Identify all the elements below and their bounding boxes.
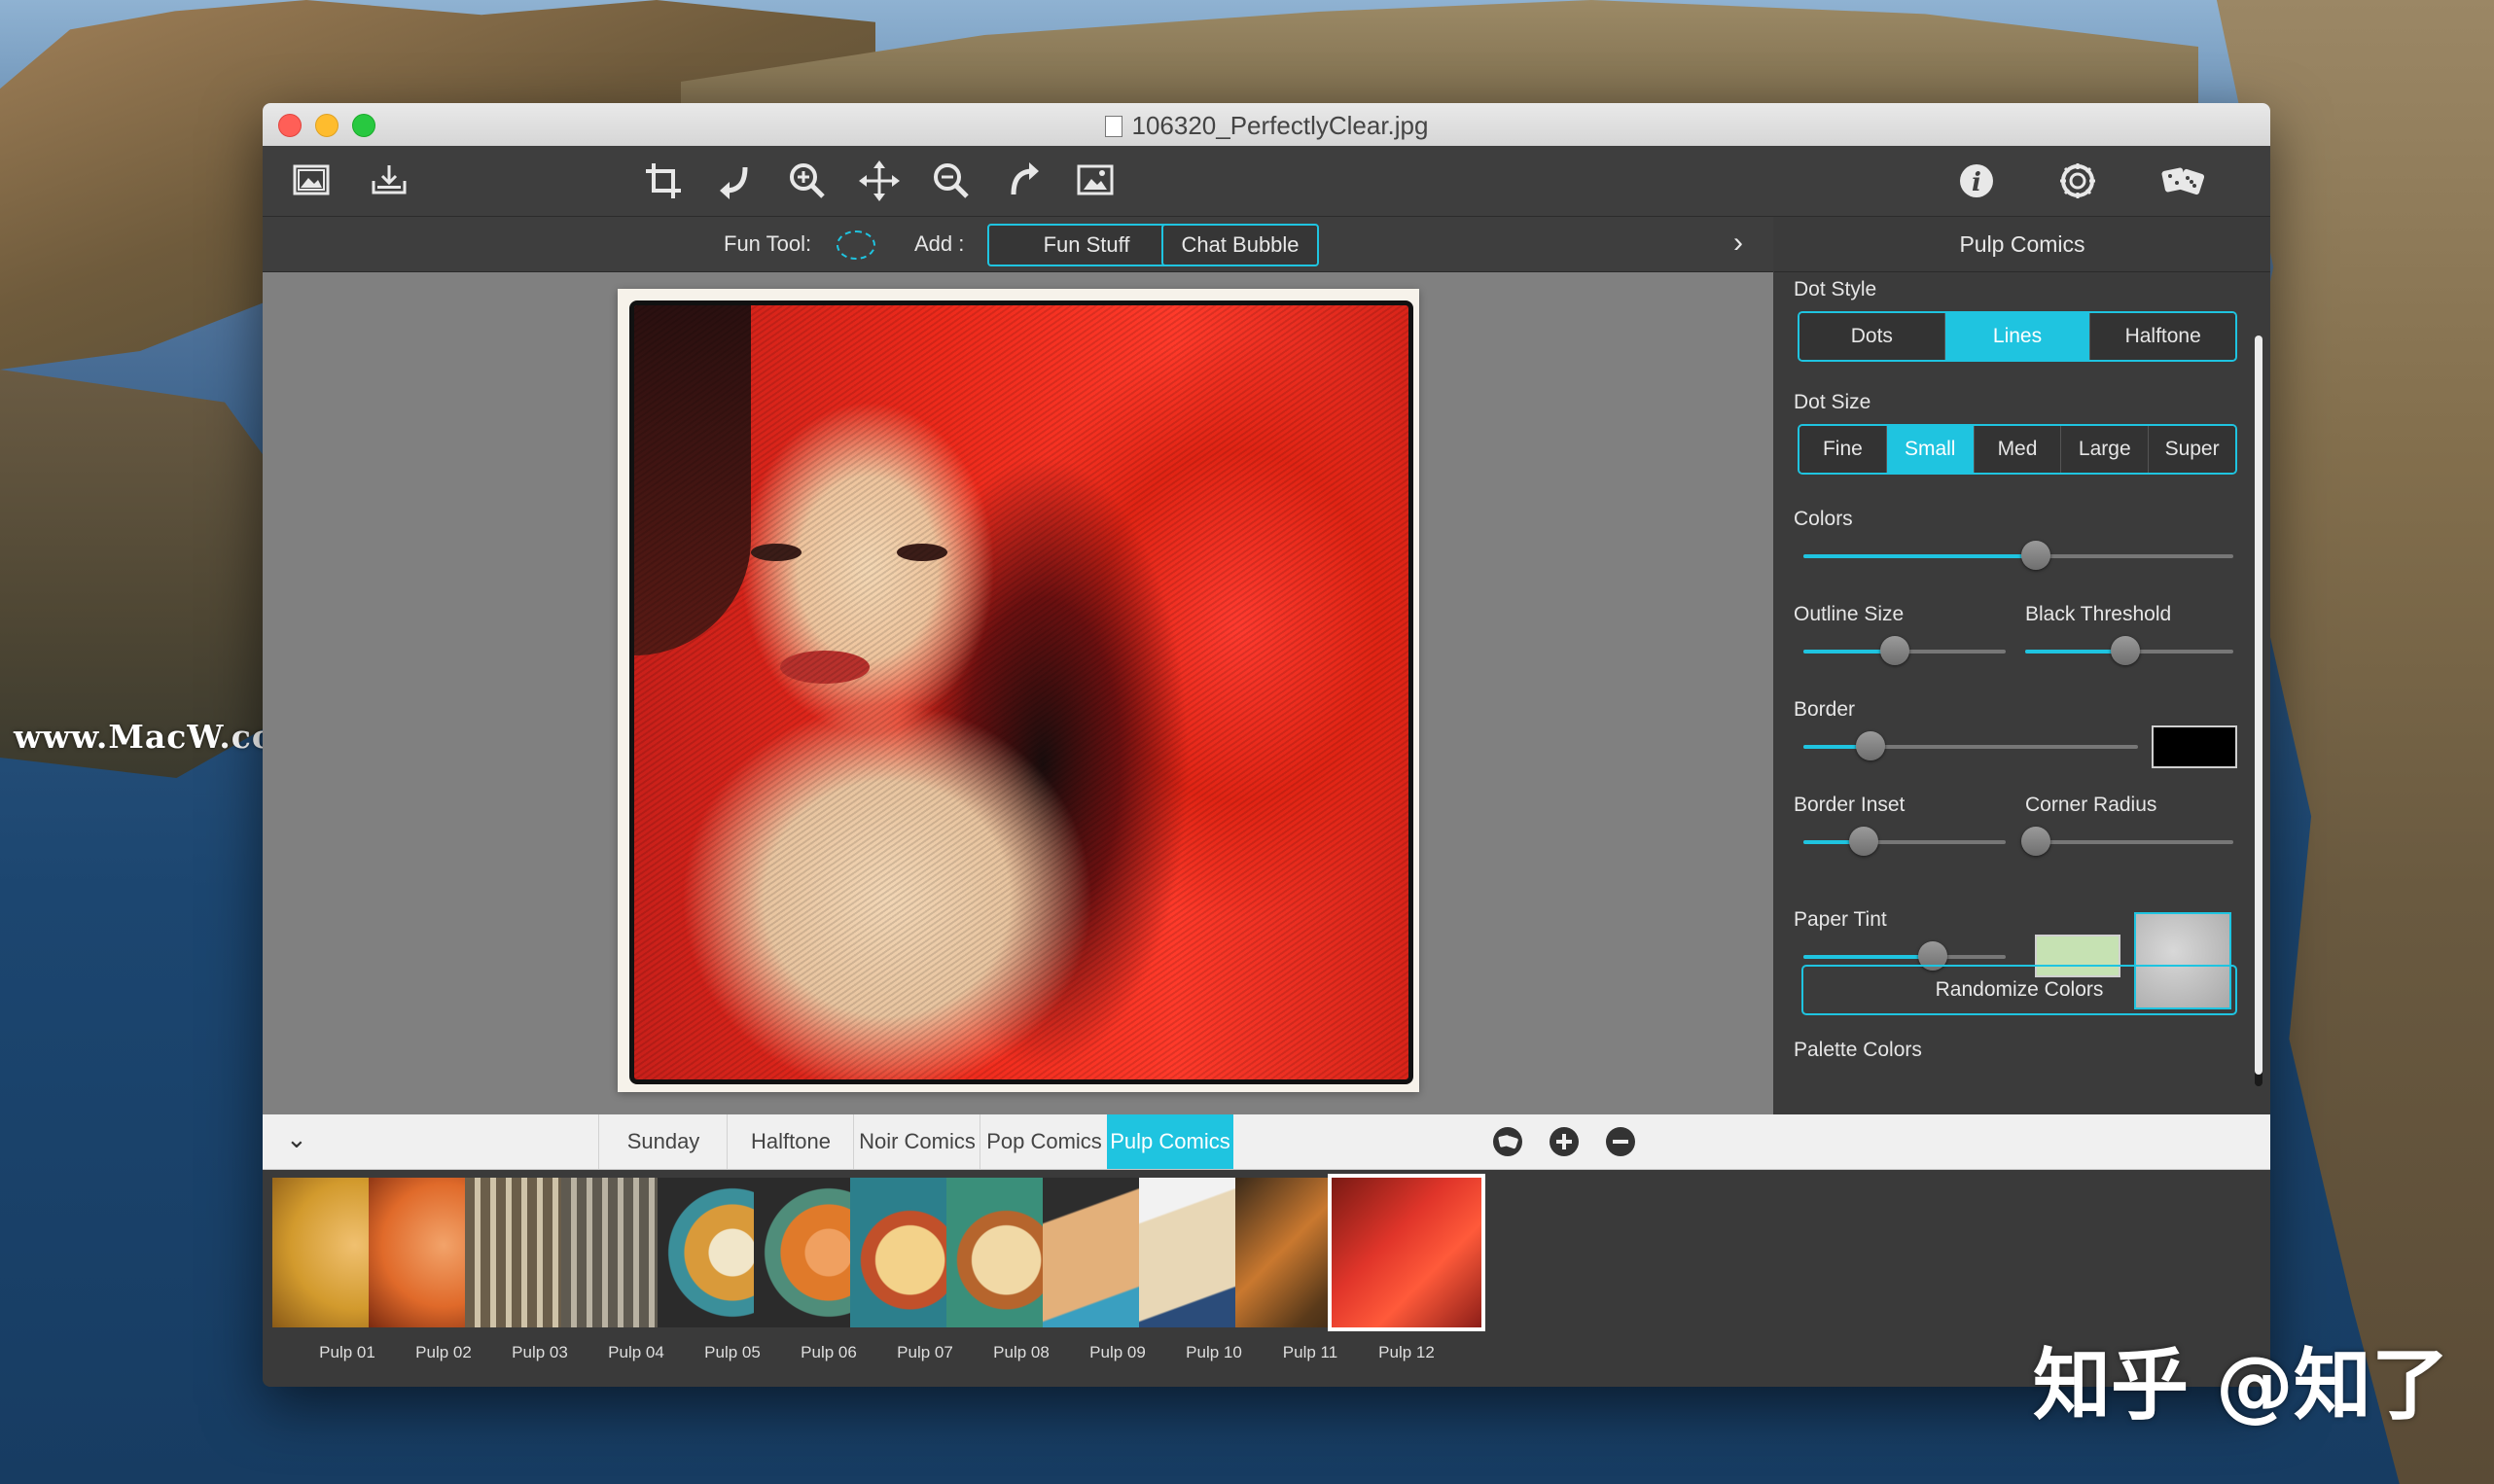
move-icon[interactable] xyxy=(854,156,905,206)
palette-colors-label: Palette Colors xyxy=(1794,1039,1922,1061)
dot-style-segmented[interactable]: Dots Lines Halftone xyxy=(1798,311,2237,362)
slider-knob[interactable] xyxy=(1879,636,1909,665)
tab-noir-comics[interactable]: Noir Comics xyxy=(853,1114,980,1169)
fun-tool-bar: Fun Tool: Add : Fun Stuff Chat Bubble › xyxy=(263,217,1773,272)
compare-image-icon[interactable] xyxy=(1070,156,1121,206)
dot-style-label: Dot Style xyxy=(1794,278,1877,300)
photo-frame xyxy=(618,289,1419,1092)
corner-radius-slider[interactable] xyxy=(2020,827,2233,856)
dot-size-option[interactable]: Super xyxy=(2149,426,2235,473)
slider-fill xyxy=(1803,955,1934,959)
zoom-out-icon[interactable] xyxy=(926,156,977,206)
crop-icon[interactable] xyxy=(638,156,689,206)
comic-photo xyxy=(629,300,1413,1084)
panel-body: Dot Style Dots Lines Halftone Dot Size F… xyxy=(1774,272,2270,1116)
slider-knob[interactable] xyxy=(2020,827,2050,856)
black-threshold-label: Black Threshold xyxy=(2025,603,2172,625)
chevron-right-icon[interactable]: › xyxy=(1733,227,1743,260)
desktop-ridge xyxy=(681,0,2198,117)
open-image-icon[interactable] xyxy=(286,156,337,206)
line-screen-overlay xyxy=(634,305,1408,1079)
dot-style-option[interactable]: Halftone xyxy=(2090,313,2235,360)
image-canvas[interactable] xyxy=(263,272,1773,1114)
border-inset-label: Border Inset xyxy=(1794,794,1906,816)
scrollbar-thumb[interactable] xyxy=(2255,336,2262,1075)
border-color-swatch[interactable] xyxy=(2152,725,2237,768)
window-title-text: 106320_PerfectlyClear.jpg xyxy=(1131,111,1429,140)
corner-radius-label: Corner Radius xyxy=(2025,794,2157,816)
slider-knob[interactable] xyxy=(1849,827,1879,856)
chevron-down-icon[interactable]: ⌄ xyxy=(286,1124,307,1154)
toolbar: i xyxy=(263,146,2270,217)
fun-stuff-button[interactable]: Fun Stuff xyxy=(987,224,1186,266)
window-title: 106320_PerfectlyClear.jpg xyxy=(263,111,2270,141)
document-icon xyxy=(1104,116,1122,137)
tab-pulp-comics[interactable]: Pulp Comics xyxy=(1107,1114,1233,1169)
preset-thumb-pulp-12[interactable] xyxy=(1328,1174,1485,1331)
save-icon[interactable] xyxy=(364,156,414,206)
fun-tool-label: Fun Tool: xyxy=(724,231,812,256)
slider-knob[interactable] xyxy=(2110,636,2140,665)
dot-size-option[interactable]: Large xyxy=(2061,426,2150,473)
border-label: Border xyxy=(1794,698,1856,721)
border-slider[interactable] xyxy=(1803,731,2138,760)
dot-style-option[interactable]: Lines xyxy=(1944,313,2091,360)
random-preset-icon[interactable] xyxy=(1490,1124,1525,1159)
outline-size-label: Outline Size xyxy=(1794,603,1905,625)
dot-size-option[interactable]: Small xyxy=(1886,426,1975,473)
panel-title: Pulp Comics xyxy=(1774,217,2270,272)
svg-text:i: i xyxy=(1972,168,1981,197)
colors-slider[interactable] xyxy=(1803,541,2233,570)
preset-label: Pulp 12 xyxy=(1378,1343,1435,1361)
tab-halftone[interactable]: Halftone xyxy=(727,1114,854,1169)
randomize-icon[interactable] xyxy=(2157,156,2208,206)
preset-category-bar: ⌄ Sunday Comics Halftone Noir Comics Pop… xyxy=(263,1114,2270,1208)
tab-sunday-comics[interactable]: Sunday Comics xyxy=(598,1114,728,1208)
dot-size-option[interactable]: Med xyxy=(1974,426,2062,473)
slider-knob[interactable] xyxy=(1855,731,1885,760)
undo-icon[interactable] xyxy=(710,156,761,206)
dot-size-option[interactable]: Fine xyxy=(1799,426,1887,473)
watermark-zhihu: 知乎 @知了 xyxy=(2033,1340,2449,1431)
chat-bubble-button[interactable]: Chat Bubble xyxy=(1161,224,1319,266)
add-label: Add : xyxy=(914,231,965,256)
dot-size-label: Dot Size xyxy=(1794,391,1871,413)
dot-style-option[interactable]: Dots xyxy=(1799,313,1945,360)
zoom-in-icon[interactable] xyxy=(782,156,833,206)
black-threshold-slider[interactable] xyxy=(2025,636,2233,665)
preset-thumbnails: Pulp 01 Pulp 02 Pulp 03 Pulp 04 Pulp 05 … xyxy=(263,1170,2270,1387)
remove-preset-icon[interactable] xyxy=(1603,1124,1638,1159)
add-preset-icon[interactable] xyxy=(1547,1124,1582,1159)
tab-pop-comics[interactable]: Pop Comics xyxy=(980,1114,1108,1169)
slider-knob[interactable] xyxy=(2020,541,2050,570)
outline-size-slider[interactable] xyxy=(1803,636,2006,665)
panel-scrollbar[interactable] xyxy=(2255,336,2262,1086)
paper-tint-label: Paper Tint xyxy=(1794,908,1887,931)
randomize-colors-button[interactable]: Randomize Colors xyxy=(1801,965,2237,1015)
border-inset-slider[interactable] xyxy=(1803,827,2006,856)
paper-tint-slider[interactable] xyxy=(1803,941,2006,971)
app-window: 106320_PerfectlyClear.jpg i Fun Tool: Ad… xyxy=(263,103,2270,1387)
lasso-select-icon[interactable] xyxy=(837,230,875,260)
dot-size-segmented[interactable]: Fine Small Med Large Super xyxy=(1798,424,2237,475)
colors-label: Colors xyxy=(1794,508,1853,530)
slider-fill xyxy=(1803,554,2036,558)
info-icon[interactable]: i xyxy=(1951,156,2002,206)
settings-icon[interactable] xyxy=(2052,156,2103,206)
title-bar: 106320_PerfectlyClear.jpg xyxy=(263,103,2270,147)
redo-icon[interactable] xyxy=(998,156,1049,206)
